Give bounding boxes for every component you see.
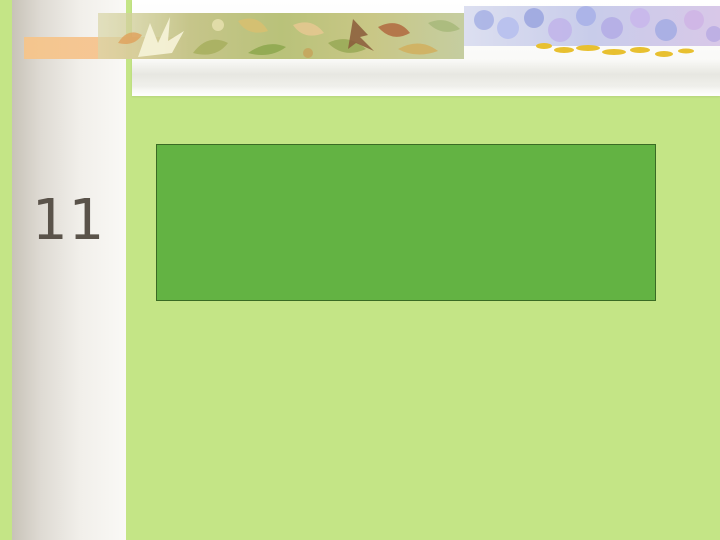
header-panel-shadow (132, 60, 720, 90)
hydrangea-flowers-icon (464, 6, 720, 60)
slide-number: 11 (32, 188, 106, 253)
slide: 11 (0, 0, 720, 540)
autumn-leaves-icon (98, 13, 464, 59)
content-box (156, 144, 656, 301)
left-gradient-column (12, 0, 126, 540)
left-accent-strip (0, 0, 12, 540)
